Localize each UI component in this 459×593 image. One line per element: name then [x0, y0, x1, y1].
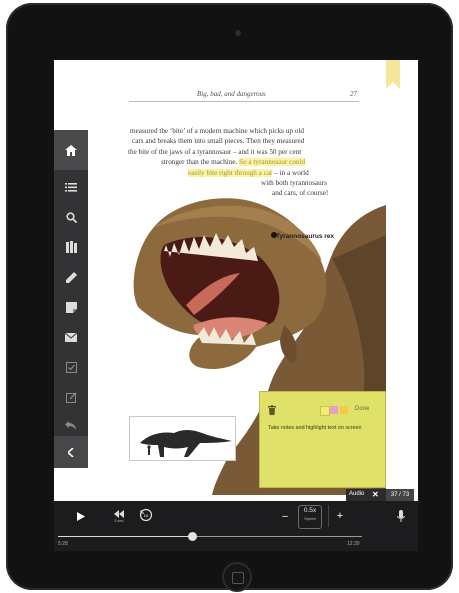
play-button[interactable]: [74, 509, 88, 523]
voice-button[interactable]: [394, 508, 408, 524]
size-comparison-inset: [129, 416, 236, 461]
audio-label: Audio: [349, 491, 365, 497]
speed-value: 0.5x: [303, 507, 317, 514]
undo-button[interactable]: [57, 412, 85, 438]
time-total: 12:30: [347, 541, 360, 547]
play-icon: [77, 511, 85, 521]
search-icon: [65, 211, 77, 223]
image-caption: Tyrannosaurus rex: [276, 233, 335, 240]
bookmark-ribbon[interactable]: [386, 60, 400, 89]
skip-label: 5 sec: [114, 518, 124, 523]
yellow-swatch[interactable]: [320, 406, 330, 416]
microphone-icon: [397, 509, 405, 522]
note-text[interactable]: Take notes and highlight text on screen: [268, 425, 362, 431]
contents-button[interactable]: [57, 174, 85, 200]
camera-icon: [235, 30, 241, 36]
text-line: measured the ‘bite’ of a modern machine …: [130, 127, 304, 135]
progress-fill: [58, 536, 192, 537]
sticky-note[interactable]: Done Take notes and highlight text on sc…: [259, 391, 386, 488]
running-title: Big, bad, and dangerous: [197, 90, 266, 98]
close-audio-button[interactable]: ✕: [372, 490, 379, 499]
progress-knob[interactable]: [187, 532, 197, 541]
checklist-icon: [65, 361, 77, 373]
collapse-icon: [68, 447, 74, 457]
mail-button[interactable]: [57, 324, 85, 350]
highlighter-button[interactable]: [57, 264, 85, 290]
toolbar-sidebar: [54, 130, 88, 468]
ebook-screen: Big, bad, and dangerous 27 measured the …: [54, 60, 418, 551]
undo-icon: [65, 420, 76, 430]
running-head: Big, bad, and dangerous 27: [129, 89, 359, 102]
rewind-button[interactable]: 10: [138, 507, 154, 523]
contents-list-icon: [65, 182, 77, 192]
tablet-frame: Big, bad, and dangerous 27 measured the …: [6, 3, 453, 592]
home-nav-button[interactable]: [54, 130, 88, 170]
rewind-label: 10: [143, 512, 149, 518]
highlighted-text[interactable]: So a tyrannosaur could: [239, 158, 306, 167]
skip-back-button[interactable]: 5 sec: [110, 506, 128, 526]
skip-back-icon: [114, 509, 124, 518]
home-button[interactable]: [222, 562, 252, 592]
text-line: the bite of the jaws of a tyrannosaur – …: [128, 147, 302, 156]
trash-icon[interactable]: [268, 405, 276, 415]
page-number: 27: [350, 90, 357, 98]
note-done-button[interactable]: Done: [355, 406, 369, 412]
audio-tab: Audio ✕ 37 / 73: [346, 489, 414, 501]
page-counter: 37 / 73: [386, 489, 414, 501]
checklist-button[interactable]: [57, 354, 85, 380]
orange-swatch[interactable]: [340, 406, 348, 414]
speed-label: Speed: [304, 516, 316, 521]
speed-down-button[interactable]: –: [278, 509, 292, 523]
search-button[interactable]: [57, 204, 85, 230]
collapse-sidebar-button[interactable]: [54, 436, 88, 468]
library-button[interactable]: [57, 234, 85, 260]
notes-button[interactable]: [57, 294, 85, 320]
sticky-note-icon: [65, 301, 77, 313]
time-elapsed: 5:28: [58, 541, 68, 547]
text-line: cars and breaks them into small pieces. …: [132, 137, 305, 146]
mail-icon: [65, 332, 77, 342]
text-line: stronger than the machine.: [161, 158, 240, 167]
speed-up-button[interactable]: +: [333, 509, 347, 523]
divider: [328, 505, 329, 527]
audio-player: 5 sec 10 – 0.5x Speed + 5:28 12:30: [54, 501, 418, 551]
edit-icon: [65, 392, 76, 403]
pink-swatch[interactable]: [330, 406, 338, 414]
home-icon: [65, 144, 77, 156]
pen-icon: [65, 271, 77, 283]
library-icon: [65, 241, 77, 253]
speed-display: 0.5x Speed: [298, 505, 322, 529]
progress-track[interactable]: [58, 532, 362, 541]
edit-button[interactable]: [57, 384, 85, 410]
